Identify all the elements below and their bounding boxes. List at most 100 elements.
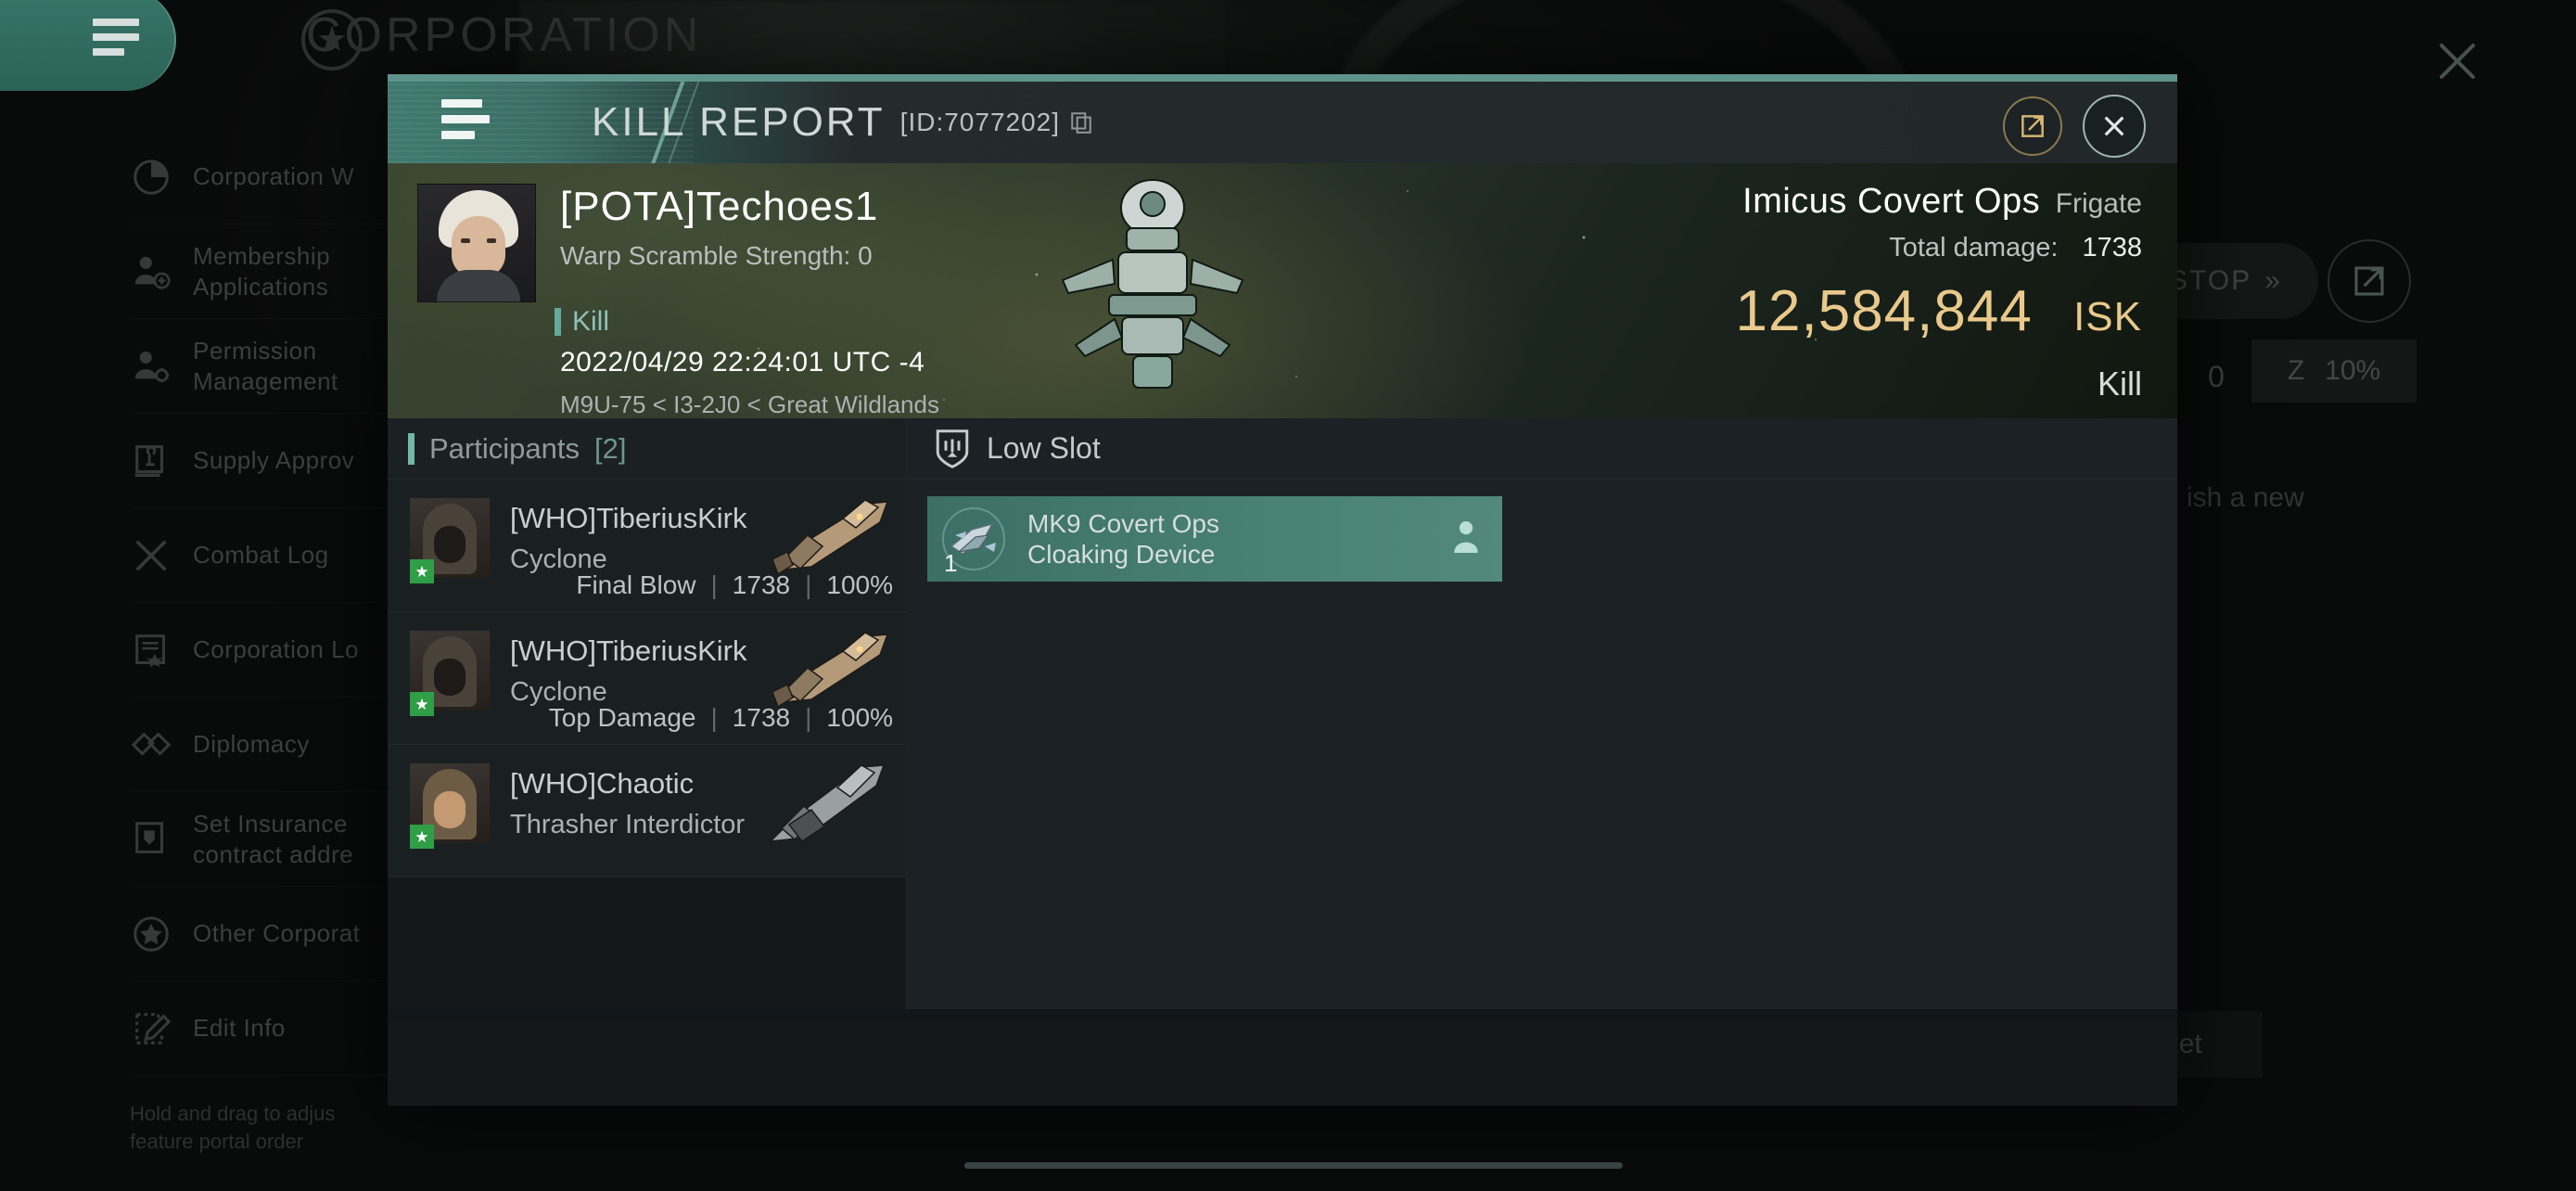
sidebar-item-label: Permission Management bbox=[193, 337, 338, 395]
modal-accent-line bbox=[388, 74, 2177, 82]
header-actions bbox=[2003, 95, 2146, 158]
external-link-icon bbox=[2354, 266, 2384, 296]
hamburger-menu-icon bbox=[93, 19, 139, 63]
star-circle-icon bbox=[134, 916, 169, 952]
sidebar-item-label: Set Insurance contract addre bbox=[193, 810, 354, 868]
low-slot-label: Low Slot bbox=[987, 431, 1101, 465]
participant-role: Final Blow bbox=[576, 570, 696, 599]
background-scrollbar[interactable] bbox=[964, 1162, 1623, 1169]
victim-ship-name: Imicus Covert Ops bbox=[1742, 182, 2041, 221]
close-icon[interactable] bbox=[2431, 35, 2483, 87]
participant-percent: 100% bbox=[826, 703, 893, 732]
hamburger-menu-icon[interactable] bbox=[441, 98, 490, 147]
sleep-gear-icon: Z bbox=[2287, 355, 2305, 386]
person-icon bbox=[1454, 521, 1478, 553]
portrait-face bbox=[434, 791, 465, 828]
total-damage-value: 1738 bbox=[2082, 233, 2142, 263]
zoom-value: 10% bbox=[2325, 355, 2381, 386]
modal-bottom-edge bbox=[388, 1009, 2177, 1020]
participant-name: [WHO]TiberiusKirk bbox=[510, 634, 747, 667]
shield-slot-icon bbox=[936, 429, 969, 468]
avatar-eye-left bbox=[461, 238, 470, 243]
list-item[interactable]: 1 MK9 Covert Ops Cloaking Device bbox=[927, 496, 1502, 582]
participants-list[interactable]: ★ [WHO]TiberiusKirk Cyclone Final Blow |… bbox=[388, 480, 906, 1009]
modal-header: KILL REPORT [ID:7077202] bbox=[388, 82, 2177, 163]
modal-body: Participants [2] ★ [WHO]TiberiusKirk Cyc… bbox=[388, 418, 2177, 1009]
kill-timestamp: 2022/04/29 22:24:01 UTC -4 bbox=[560, 347, 925, 378]
victim-banner: [POTA]Techoes1 Warp Scramble Strength: 0… bbox=[388, 163, 2177, 418]
background-menu-button[interactable] bbox=[0, 0, 176, 91]
low-slot-header: Low Slot bbox=[907, 418, 2177, 480]
corp-star-badge: ★ bbox=[410, 559, 434, 583]
participant-role: Top Damage bbox=[548, 703, 696, 732]
status-badge-label: Kill bbox=[572, 306, 610, 337]
avatar-body bbox=[437, 270, 520, 301]
victim-ship-illustration bbox=[1061, 179, 1244, 389]
insurance-scroll-icon bbox=[135, 821, 164, 853]
participant-damage: 1738 bbox=[732, 703, 791, 732]
kill-report-modal: KILL REPORT [ID:7077202] [POTA]Techoes1 … bbox=[388, 74, 2177, 1106]
stop-label: STOP bbox=[2169, 265, 2252, 296]
sidebar-item-label: Combat Log bbox=[193, 541, 329, 570]
victim-ship-class: Frigate bbox=[2055, 188, 2142, 219]
copy-icon[interactable] bbox=[1069, 109, 1093, 135]
victim-stats: Imicus Covert Ops Frigate Total damage: … bbox=[1736, 182, 2142, 403]
table-row[interactable]: ★ [WHO]Chaotic Thrasher Interdictor bbox=[388, 745, 906, 877]
sidebar-item-label: Diplomacy bbox=[193, 730, 310, 759]
sidebar-item-label: Membership Applications bbox=[193, 242, 331, 301]
meta-divider: | bbox=[805, 703, 812, 732]
screen-root: ★ CORPORATION Corporation W Membership A… bbox=[0, 0, 2576, 1191]
user-gear-icon bbox=[134, 351, 170, 382]
portrait-face bbox=[434, 526, 465, 563]
participant-ship: Thrasher Interdictor bbox=[510, 810, 746, 839]
crossed-swords-icon bbox=[135, 539, 167, 571]
participants-count: [2] bbox=[593, 431, 627, 465]
background-page-title: CORPORATION bbox=[306, 8, 703, 62]
corp-star-badge: ★ bbox=[410, 825, 434, 849]
share-button[interactable] bbox=[2003, 96, 2062, 156]
page-title: KILL REPORT bbox=[592, 99, 886, 145]
participants-label: Participants bbox=[429, 431, 580, 465]
isk-unit: ISK bbox=[2073, 294, 2142, 339]
participant-percent: 100% bbox=[826, 570, 893, 599]
sidebar-item-label: Supply Approv bbox=[193, 446, 355, 475]
close-icon bbox=[2104, 116, 2124, 136]
module-quantity: 1 bbox=[944, 549, 958, 577]
sidebar-item-label: Edit Info bbox=[193, 1014, 286, 1043]
total-damage-label: Total damage: bbox=[1889, 233, 2059, 263]
user-add-icon bbox=[134, 256, 171, 289]
participant-ship-illustration bbox=[768, 764, 886, 843]
sidebar-item-label: Corporation Lo bbox=[193, 635, 359, 664]
corp-star-badge: ★ bbox=[410, 692, 434, 716]
status-badge: Kill bbox=[555, 306, 609, 338]
section-accent-bar bbox=[408, 432, 414, 465]
sidebar-item-label: Other Corporat bbox=[193, 919, 361, 948]
status-accent-bar bbox=[555, 308, 561, 336]
table-row[interactable]: ★ [WHO]TiberiusKirk Cyclone bbox=[388, 480, 906, 612]
low-slot-items: 1 MK9 Covert Ops Cloaking Device bbox=[907, 480, 2177, 598]
external-link-icon bbox=[2021, 115, 2044, 137]
isk-value: 12,584,844 bbox=[1735, 279, 2033, 343]
handshake-icon bbox=[131, 731, 172, 756]
background-zoom-control[interactable]: Z 10% bbox=[2251, 339, 2417, 403]
participants-column: Participants [2] ★ [WHO]TiberiusKirk Cyc… bbox=[388, 418, 907, 1009]
table-row[interactable]: ★ [WHO]TiberiusKirk Cyclone bbox=[388, 612, 906, 745]
meta-divider: | bbox=[710, 703, 718, 732]
meta-divider: | bbox=[710, 570, 718, 599]
close-button[interactable] bbox=[2083, 95, 2146, 158]
module-icon: 1 bbox=[938, 504, 1009, 577]
stamp-icon bbox=[134, 444, 164, 477]
pie-chart-icon bbox=[134, 159, 169, 195]
kill-location: M9U-75 < I3-2J0 < Great Wildlands bbox=[560, 391, 939, 418]
participant-damage: 1738 bbox=[732, 570, 791, 599]
avatar[interactable] bbox=[417, 184, 536, 302]
edit-pencil-icon bbox=[135, 1012, 172, 1044]
background-share-button[interactable] bbox=[2327, 239, 2411, 323]
avatar-eye-right bbox=[487, 238, 496, 243]
participant-name: [WHO]TiberiusKirk bbox=[510, 502, 747, 534]
module-name: MK9 Covert Ops Cloaking Device bbox=[1027, 508, 1219, 569]
warp-scramble-strength: Warp Scramble Strength: 0 bbox=[560, 241, 873, 270]
avatar-face bbox=[452, 216, 505, 277]
participant-name: [WHO]Chaotic bbox=[510, 767, 695, 800]
certificate-icon bbox=[135, 634, 165, 667]
